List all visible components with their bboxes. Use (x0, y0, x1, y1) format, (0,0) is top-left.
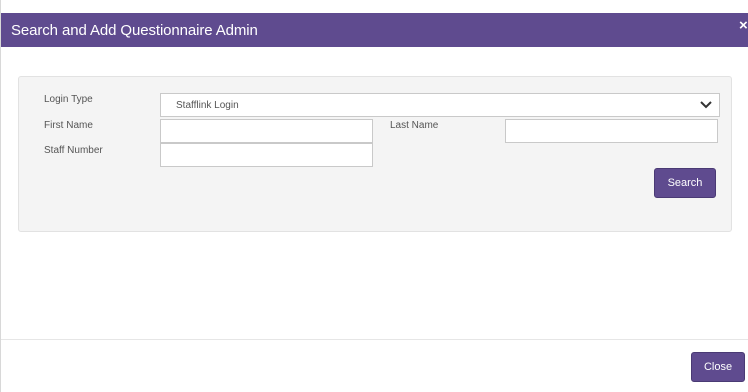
search-panel: Login Type Stafflink Login First Name La… (18, 76, 732, 232)
first-name-input[interactable] (160, 119, 373, 143)
login-type-label: Login Type (44, 94, 93, 105)
dialog-title: Search and Add Questionnaire Admin (11, 22, 258, 39)
last-name-label: Last Name (390, 120, 439, 131)
staff-number-label: Staff Number (44, 145, 103, 156)
chevron-down-icon (700, 101, 712, 109)
login-type-value: Stafflink Login (176, 99, 239, 111)
footer-divider (1, 339, 748, 340)
login-type-select[interactable]: Stafflink Login (160, 93, 720, 117)
first-name-label: First Name (44, 120, 93, 131)
close-button[interactable]: Close (691, 352, 745, 382)
last-name-input[interactable] (505, 119, 718, 143)
staff-number-input[interactable] (160, 143, 373, 167)
dialog-header: Search and Add Questionnaire Admin × (1, 13, 748, 47)
modal-dialog: Search and Add Questionnaire Admin × Log… (0, 0, 748, 392)
search-button[interactable]: Search (654, 168, 716, 198)
close-icon[interactable]: × (739, 17, 748, 31)
